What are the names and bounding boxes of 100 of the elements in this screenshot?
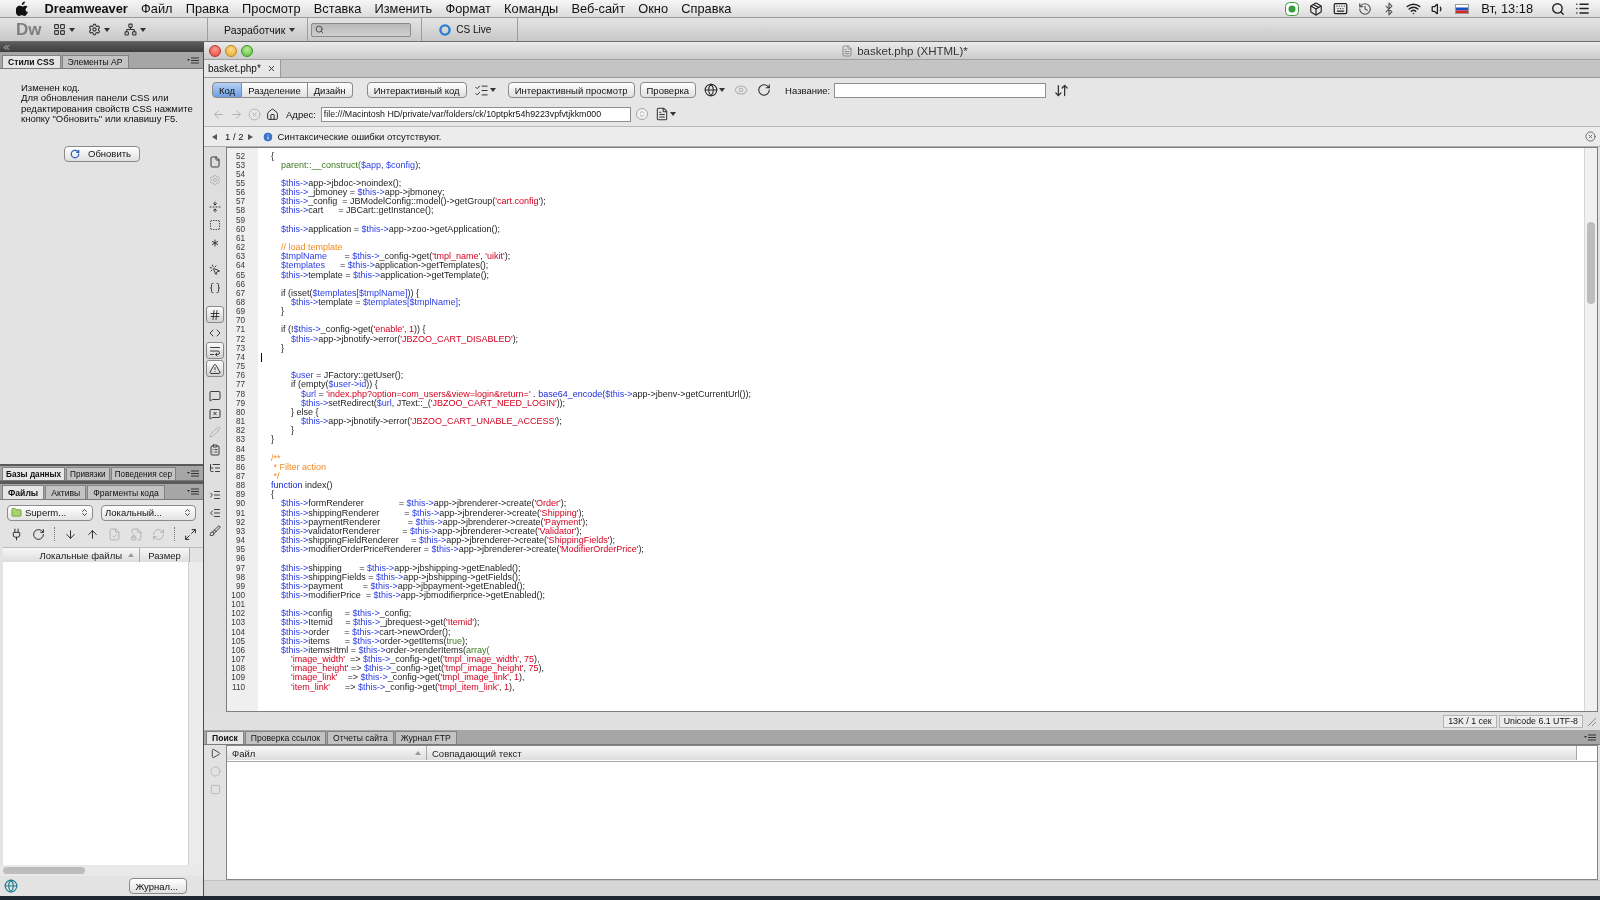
menu-item[interactable]: Файл: [134, 0, 180, 17]
close-icon[interactable]: [266, 64, 276, 73]
code-line: $this->_config = JBModelConfig::model()->getGroup('cart.config');: [280, 197, 546, 207]
view-button[interactable]: Код: [212, 82, 243, 98]
panel-tab[interactable]: Поведения сер: [110, 467, 177, 480]
scrollbar[interactable]: [0, 865, 203, 876]
home-icon[interactable]: [266, 107, 279, 121]
brush-button[interactable]: [206, 522, 224, 539]
caret-icon[interactable]: [289, 27, 296, 32]
play-icon[interactable]: [209, 748, 221, 759]
panel-tab[interactable]: Файлы: [2, 485, 45, 499]
view-button[interactable]: Дизайн: [307, 82, 353, 98]
menu-item[interactable]: Правка: [179, 0, 236, 17]
keyboard-icon[interactable]: [1333, 1, 1349, 16]
site-select[interactable]: Superm...: [7, 504, 93, 521]
caret-icon[interactable]: [104, 27, 110, 32]
scrollbar-thumb[interactable]: [3, 867, 85, 874]
panel-tab[interactable]: Базы данных: [2, 467, 66, 480]
panel-menu-icon[interactable]: [187, 488, 199, 495]
live-code-button[interactable]: Интерактивный код: [366, 82, 467, 98]
search-icon[interactable]: [1551, 1, 1565, 16]
zoom-button[interactable]: [241, 44, 253, 57]
view-button[interactable]: Разделение: [242, 82, 308, 98]
inspect-button[interactable]: Проверка: [639, 82, 697, 98]
previous-icon[interactable]: [212, 133, 217, 140]
file-options-icon[interactable]: [654, 107, 669, 121]
address-field[interactable]: file:///Macintosh HD/private/var/folders/ck/10ptpkr54h9223vpfvtjkkm000: [320, 106, 631, 122]
close-button[interactable]: [209, 44, 221, 57]
plug-icon[interactable]: [10, 527, 23, 541]
panel-tab[interactable]: Активы: [45, 485, 87, 499]
panel-tab[interactable]: Стили CSS: [2, 55, 61, 68]
panel-tab[interactable]: Журнал FTP: [394, 731, 457, 744]
menu-item[interactable]: Просмотр: [235, 0, 308, 17]
menu-item[interactable]: Изменить: [367, 0, 439, 17]
menu-item[interactable]: Окно: [631, 0, 675, 17]
panel-tab[interactable]: Отчеты сайта: [327, 731, 394, 744]
next-icon[interactable]: [247, 133, 253, 140]
scrollbar-thumb[interactable]: [1587, 222, 1595, 304]
panel-menu-icon[interactable]: [187, 469, 199, 477]
live-view-button[interactable]: Интерактивный просмотр: [507, 82, 635, 98]
panel-tab[interactable]: Привязки: [66, 467, 110, 480]
down-arrow-icon[interactable]: [64, 527, 77, 541]
list-icon[interactable]: [1575, 1, 1590, 16]
globe-icon[interactable]: [704, 83, 719, 97]
sort-arrows-icon[interactable]: [1054, 82, 1070, 98]
indent-icon: [209, 488, 221, 501]
panel-tab[interactable]: Фрагменты кода: [87, 485, 165, 499]
cs-live-button[interactable]: CS Live: [439, 23, 492, 36]
column-header[interactable]: Размер: [140, 548, 190, 562]
checklist-icon[interactable]: [473, 82, 489, 98]
column-header[interactable]: Локальные файлы: [3, 548, 140, 562]
layout-icon[interactable]: [53, 23, 66, 36]
expand-icon[interactable]: [184, 527, 197, 541]
menu-item[interactable]: Справка: [674, 0, 739, 17]
menu-item[interactable]: Dreamweaver: [38, 0, 135, 17]
code-editor[interactable]: [226, 147, 1598, 712]
workspace-menu[interactable]: Разработчик: [224, 23, 296, 36]
scrollbar[interactable]: [1584, 148, 1597, 711]
view-select[interactable]: Локальный...: [101, 504, 196, 521]
document-tab[interactable]: basket.php*: [204, 60, 281, 77]
caret-icon[interactable]: [69, 27, 75, 32]
refresh-icon[interactable]: [757, 83, 772, 97]
panel-tab[interactable]: Элементы AP: [61, 55, 129, 68]
column-header[interactable]: Совпадающий текст: [427, 746, 1577, 760]
hash-button[interactable]: [206, 306, 224, 323]
menu-item[interactable]: Веб-сайт: [564, 0, 632, 17]
history-icon[interactable]: [1358, 1, 1373, 16]
refresh-icon[interactable]: [32, 527, 45, 541]
scrollbar[interactable]: [188, 562, 203, 865]
encoding-status[interactable]: Unicode 6.1 UTF-8: [1498, 714, 1583, 728]
panel-tab[interactable]: Поиск: [206, 731, 244, 744]
app-icon[interactable]: [1285, 1, 1300, 16]
resize-grip-icon[interactable]: [1585, 715, 1597, 727]
apple-icon[interactable]: [16, 1, 29, 16]
caret-icon[interactable]: [489, 88, 496, 92]
wifi-icon[interactable]: [1406, 1, 1422, 16]
caret-icon[interactable]: [719, 88, 726, 92]
collapse-icon[interactable]: [2, 42, 11, 52]
flag-icon[interactable]: [1455, 3, 1470, 14]
panel-menu-icon[interactable]: [1584, 733, 1596, 741]
menu-item[interactable]: Формат: [438, 0, 498, 17]
clock[interactable]: Вт, 13:18: [1481, 0, 1533, 17]
refresh-button[interactable]: Обновить: [64, 145, 140, 162]
sitemap-icon[interactable]: [124, 23, 137, 36]
menu-item[interactable]: Команды: [497, 0, 565, 17]
search-field[interactable]: [311, 22, 412, 37]
close-icon[interactable]: [1585, 131, 1596, 142]
column-header[interactable]: Файл: [227, 746, 427, 760]
caret-icon[interactable]: [140, 27, 146, 32]
panel-tab[interactable]: Проверка ссылок: [244, 731, 327, 744]
log-button[interactable]: Журнал...: [129, 878, 187, 894]
caret-icon[interactable]: [669, 112, 676, 116]
box-icon[interactable]: [1309, 1, 1324, 16]
wrap-text-button[interactable]: [206, 342, 224, 359]
gear-icon[interactable]: [88, 23, 101, 36]
menu-item[interactable]: Вставка: [307, 0, 368, 17]
warning-button[interactable]: [206, 360, 224, 377]
panel-menu-icon[interactable]: [187, 56, 199, 64]
title-field[interactable]: [834, 82, 1047, 98]
up-arrow-icon[interactable]: [86, 527, 99, 541]
